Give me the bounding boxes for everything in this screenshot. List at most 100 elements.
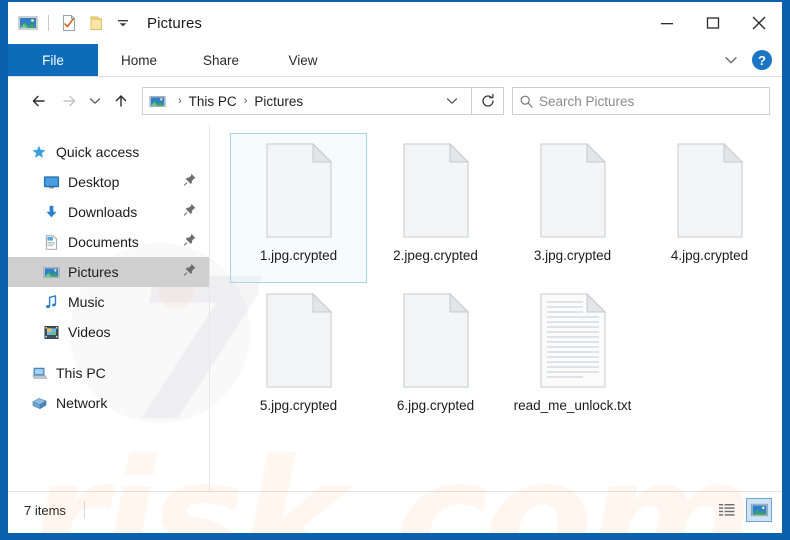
text-file-icon <box>535 292 611 389</box>
window-controls <box>644 2 782 44</box>
status-bar: 7 items <box>8 491 782 528</box>
large-icons-view-button[interactable] <box>746 498 772 522</box>
pin-icon[interactable] <box>183 203 197 222</box>
status-separator <box>84 501 85 519</box>
customize-qat-icon[interactable] <box>113 13 133 33</box>
desktop-icon <box>42 173 60 191</box>
file-item[interactable]: 3.jpg.crypted <box>504 133 641 283</box>
blank-file-icon <box>261 142 337 239</box>
file-list-view[interactable]: 1.jpg.crypted 2.jpeg.crypted <box>210 125 782 491</box>
view-buttons <box>714 498 772 522</box>
breadcrumb[interactable]: › This PC › Pictures <box>142 87 472 115</box>
sidebar-item-downloads[interactable]: Downloads <box>8 197 209 227</box>
this-pc-icon <box>30 364 48 382</box>
breadcrumb-separator-1[interactable]: › <box>237 95 255 107</box>
properties-icon[interactable] <box>59 13 79 33</box>
minimize-button[interactable] <box>644 2 690 44</box>
sidebar-item-label: Documents <box>68 234 139 250</box>
file-name: 2.jpeg.crypted <box>374 247 498 264</box>
breadcrumb-item-this-pc[interactable]: This PC <box>189 94 237 109</box>
sidebar-item-label: Downloads <box>68 204 137 220</box>
sidebar-item-music[interactable]: Music <box>8 287 209 317</box>
tab-home[interactable]: Home <box>98 44 180 76</box>
back-button[interactable] <box>24 86 54 116</box>
quick-access-toolbar <box>8 13 133 33</box>
file-item[interactable]: 5.jpg.crypted <box>230 283 367 433</box>
address-bar: › This PC › Pictures <box>8 77 782 125</box>
sidebar-gap-1 <box>8 347 209 358</box>
sidebar-item-label: Desktop <box>68 174 119 190</box>
file-item[interactable]: read_me_unlock.txt <box>504 283 641 433</box>
downloads-icon <box>42 203 60 221</box>
file-name: 6.jpg.crypted <box>374 397 498 414</box>
sidebar-item-desktop[interactable]: Desktop <box>8 167 209 197</box>
blank-file-icon <box>398 142 474 239</box>
maximize-button[interactable] <box>690 2 736 44</box>
documents-icon <box>42 233 60 251</box>
explorer-body: 7 risk.com Quick access <box>8 125 782 491</box>
breadcrumb-pictures-icon <box>149 93 166 110</box>
star-icon <box>30 143 48 161</box>
new-folder-icon[interactable] <box>86 13 106 33</box>
sidebar-item-videos[interactable]: Videos <box>8 317 209 347</box>
ribbon-tab-bar: File Home Share View ? <box>8 44 782 77</box>
videos-icon <box>42 323 60 341</box>
sidebar-item-this-pc[interactable]: This PC <box>8 358 209 388</box>
forward-button[interactable] <box>54 86 84 116</box>
file-item[interactable]: 6.jpg.crypted <box>367 283 504 433</box>
item-count: 7 items <box>8 503 66 518</box>
tab-view[interactable]: View <box>262 44 344 76</box>
pictures-icon <box>42 263 60 281</box>
pin-icon[interactable] <box>183 263 197 282</box>
pin-icon[interactable] <box>183 173 197 192</box>
close-button[interactable] <box>736 2 782 44</box>
breadcrumb-separator-0[interactable]: › <box>171 95 189 107</box>
search-input[interactable]: Search Pictures <box>512 87 770 115</box>
refresh-button[interactable] <box>472 87 504 115</box>
file-name: 1.jpg.crypted <box>237 247 361 264</box>
sidebar-item-pictures[interactable]: Pictures <box>8 257 209 287</box>
recent-locations-button[interactable] <box>84 86 106 116</box>
sidebar-item-label: Network <box>56 395 107 411</box>
sidebar-item-network[interactable]: Network <box>8 388 209 418</box>
pin-icon[interactable] <box>183 233 197 252</box>
file-grid: 1.jpg.crypted 2.jpeg.crypted <box>230 133 782 433</box>
file-item[interactable]: 1.jpg.crypted <box>230 133 367 283</box>
sidebar-item-label: Music <box>68 294 105 310</box>
qat-separator <box>48 15 49 31</box>
navigation-pane: Quick access Desktop <box>8 125 210 491</box>
sidebar-item-label: This PC <box>56 365 106 381</box>
file-item[interactable]: 2.jpeg.crypted <box>367 133 504 283</box>
screen: Pictures File Home Share View <box>0 0 790 540</box>
blank-file-icon <box>672 142 748 239</box>
tab-file[interactable]: File <box>8 44 98 76</box>
sidebar-item-label: Videos <box>68 324 111 340</box>
sidebar-item-label: Quick access <box>56 144 139 160</box>
pictures-icon[interactable] <box>18 13 38 33</box>
blank-file-icon <box>261 292 337 389</box>
file-explorer-window: Pictures File Home Share View <box>8 2 782 533</box>
details-view-button[interactable] <box>714 498 740 522</box>
title-bar: Pictures <box>8 2 782 44</box>
file-name: 5.jpg.crypted <box>237 397 361 414</box>
sidebar-item-documents[interactable]: Documents <box>8 227 209 257</box>
chevron-down-icon[interactable] <box>718 47 744 73</box>
music-icon <box>42 293 60 311</box>
ribbon-right-controls: ? <box>718 44 778 76</box>
breadcrumb-item-pictures[interactable]: Pictures <box>254 94 303 109</box>
search-icon <box>513 94 539 109</box>
network-icon <box>30 394 48 412</box>
breadcrumb-dropdown-icon[interactable] <box>437 93 467 109</box>
sidebar-item-quick-access[interactable]: Quick access <box>8 137 209 167</box>
blank-file-icon <box>535 142 611 239</box>
file-name: 4.jpg.crypted <box>648 247 772 264</box>
file-item[interactable]: 4.jpg.crypted <box>641 133 778 283</box>
window-title: Pictures <box>147 15 202 32</box>
file-name: read_me_unlock.txt <box>511 397 635 414</box>
up-button[interactable] <box>106 86 136 116</box>
tab-share[interactable]: Share <box>180 44 262 76</box>
search-placeholder: Search Pictures <box>539 94 634 109</box>
sidebar-item-label: Pictures <box>68 264 119 280</box>
help-icon[interactable]: ? <box>752 50 772 70</box>
blank-file-icon <box>398 292 474 389</box>
